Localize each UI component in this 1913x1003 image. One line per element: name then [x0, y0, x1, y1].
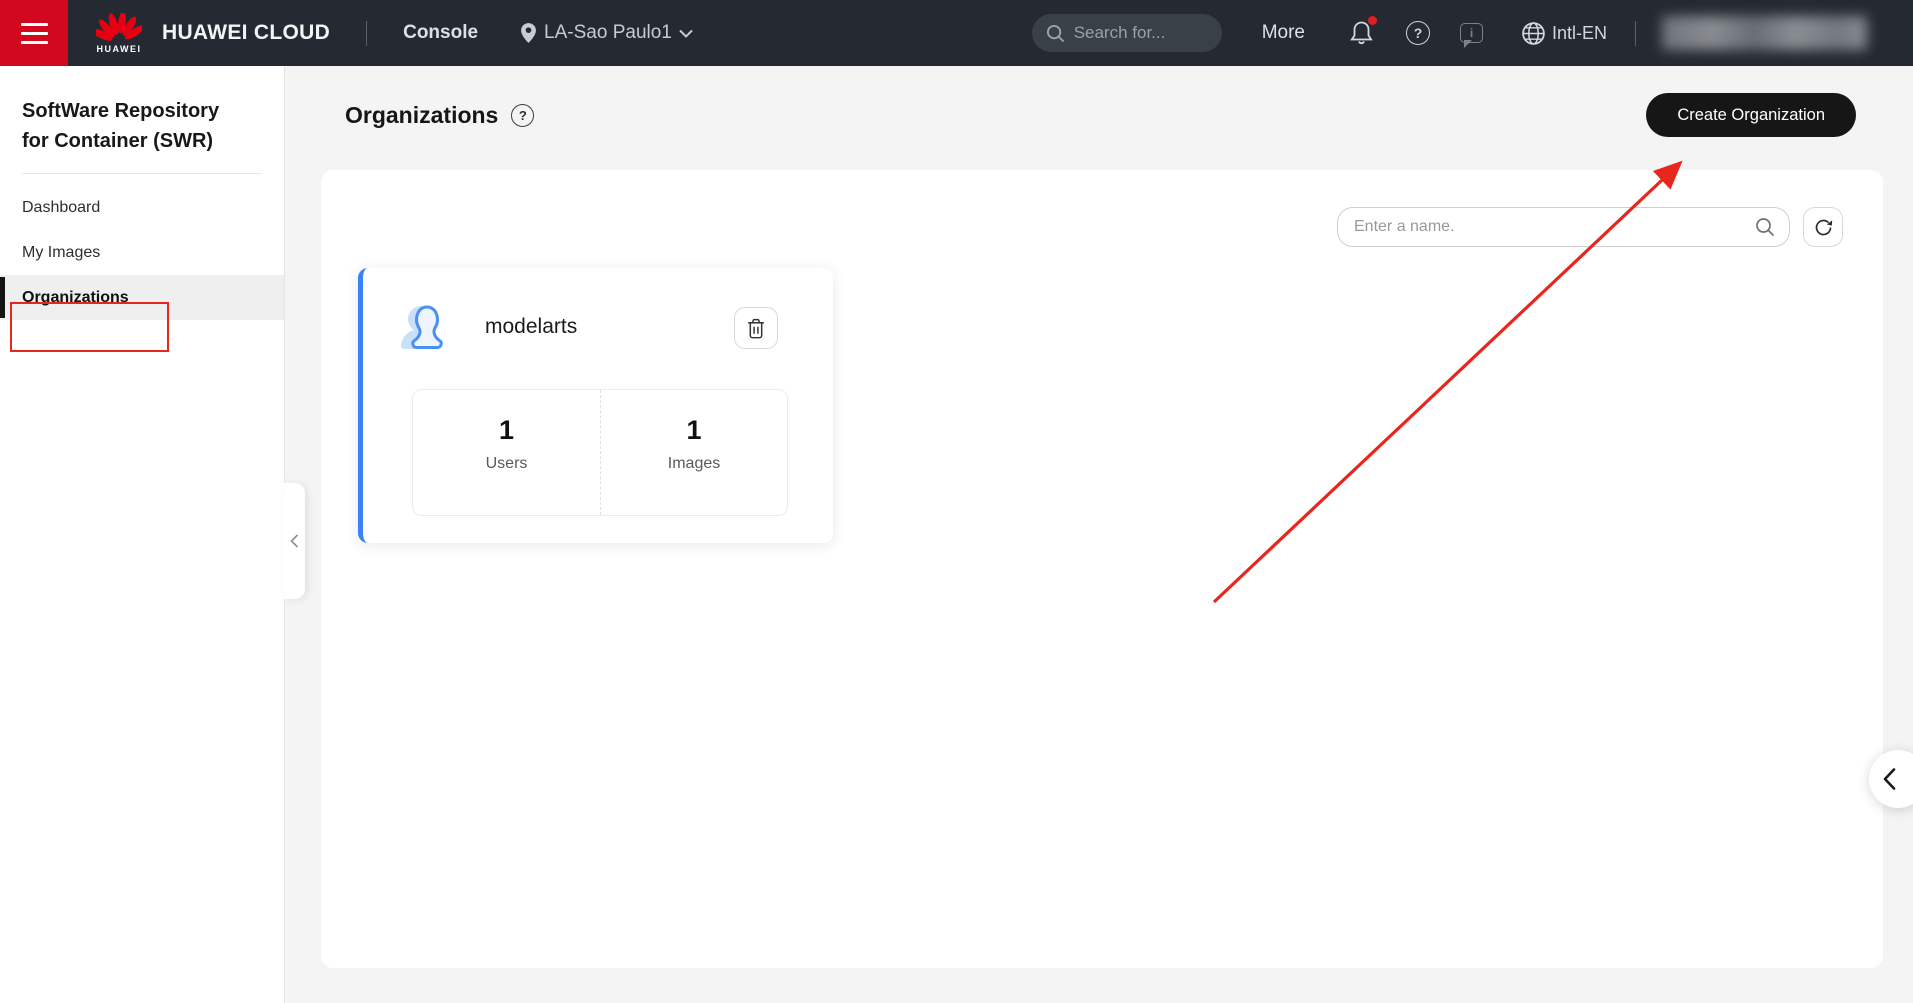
refresh-icon — [1813, 217, 1834, 238]
page-header: Organizations ? — [345, 93, 534, 137]
main-content: Organizations ? Create Organization — [285, 66, 1913, 1003]
chevron-left-icon — [1883, 768, 1896, 790]
global-search-input[interactable] — [1074, 23, 1194, 43]
stat-images: 1 Images — [600, 390, 787, 515]
page-help-icon[interactable]: ? — [511, 104, 534, 127]
region-selector[interactable]: LA-Sao Paulo1 — [520, 22, 693, 44]
images-label: Images — [668, 455, 720, 473]
organization-name: modelarts — [485, 315, 577, 339]
location-pin-icon — [520, 22, 537, 44]
language-selector[interactable]: Intl-EN — [1521, 21, 1607, 46]
organization-stats: 1 Users 1 Images — [412, 389, 788, 516]
chevron-left-icon — [290, 534, 299, 548]
sidebar-nav: Dashboard My Images Organizations — [0, 185, 284, 320]
hamburger-icon — [21, 23, 48, 26]
sidebar-item-dashboard[interactable]: Dashboard — [0, 185, 284, 230]
sidebar-divider — [22, 173, 262, 174]
huawei-logo-text: HUAWEI — [97, 44, 142, 54]
name-filter — [1337, 207, 1790, 247]
feedback-button[interactable]: i — [1460, 23, 1483, 43]
chevron-down-icon — [679, 29, 693, 38]
trash-icon — [746, 318, 766, 339]
region-label: LA-Sao Paulo1 — [544, 22, 672, 44]
page-title: Organizations — [345, 102, 498, 129]
more-menu[interactable]: More — [1262, 22, 1305, 44]
global-search[interactable] — [1032, 14, 1222, 52]
sidebar-item-my-images[interactable]: My Images — [0, 230, 284, 275]
search-icon — [1046, 24, 1065, 43]
search-icon[interactable] — [1755, 217, 1775, 237]
huawei-flower-icon — [96, 13, 142, 43]
brand-title: HUAWEI CLOUD — [162, 21, 330, 45]
top-navbar: HUAWEI HUAWEI CLOUD Console LA-Sao Paulo… — [0, 0, 1913, 66]
sidebar-item-organizations[interactable]: Organizations — [0, 275, 284, 320]
locale-label: Intl-EN — [1552, 23, 1607, 44]
organization-avatar-icon — [396, 295, 460, 359]
images-count: 1 — [686, 415, 701, 446]
help-button[interactable]: ? — [1406, 21, 1430, 45]
globe-icon — [1521, 21, 1546, 46]
selected-indicator-bar — [0, 277, 5, 318]
organization-card[interactable]: modelarts 1 Users 1 — [358, 268, 833, 543]
refresh-button[interactable] — [1803, 207, 1843, 247]
delete-organization-button[interactable] — [734, 307, 778, 349]
stat-users: 1 Users — [413, 390, 600, 515]
notifications-button[interactable] — [1349, 20, 1374, 46]
sidebar: SoftWare Repository for Container (SWR) … — [0, 66, 285, 1003]
name-filter-input[interactable] — [1337, 207, 1790, 247]
users-label: Users — [486, 455, 528, 473]
navbar-divider — [1635, 21, 1636, 46]
console-link[interactable]: Console — [403, 22, 478, 44]
notification-badge — [1368, 16, 1377, 25]
huawei-logo[interactable]: HUAWEI — [96, 13, 142, 54]
navbar-divider — [366, 21, 367, 46]
account-name-blurred[interactable] — [1662, 16, 1867, 50]
sidebar-collapse-handle[interactable] — [284, 483, 305, 599]
main-menu-button[interactable] — [0, 0, 68, 66]
create-organization-button[interactable]: Create Organization — [1646, 93, 1856, 137]
swr-organizations-page: HUAWEI HUAWEI CLOUD Console LA-Sao Paulo… — [0, 0, 1913, 1003]
help-icon: ? — [1406, 21, 1430, 45]
service-title: SoftWare Repository for Container (SWR) — [22, 96, 250, 156]
feedback-icon: i — [1460, 23, 1483, 43]
users-count: 1 — [499, 415, 514, 446]
organizations-panel: modelarts 1 Users 1 — [321, 170, 1883, 968]
